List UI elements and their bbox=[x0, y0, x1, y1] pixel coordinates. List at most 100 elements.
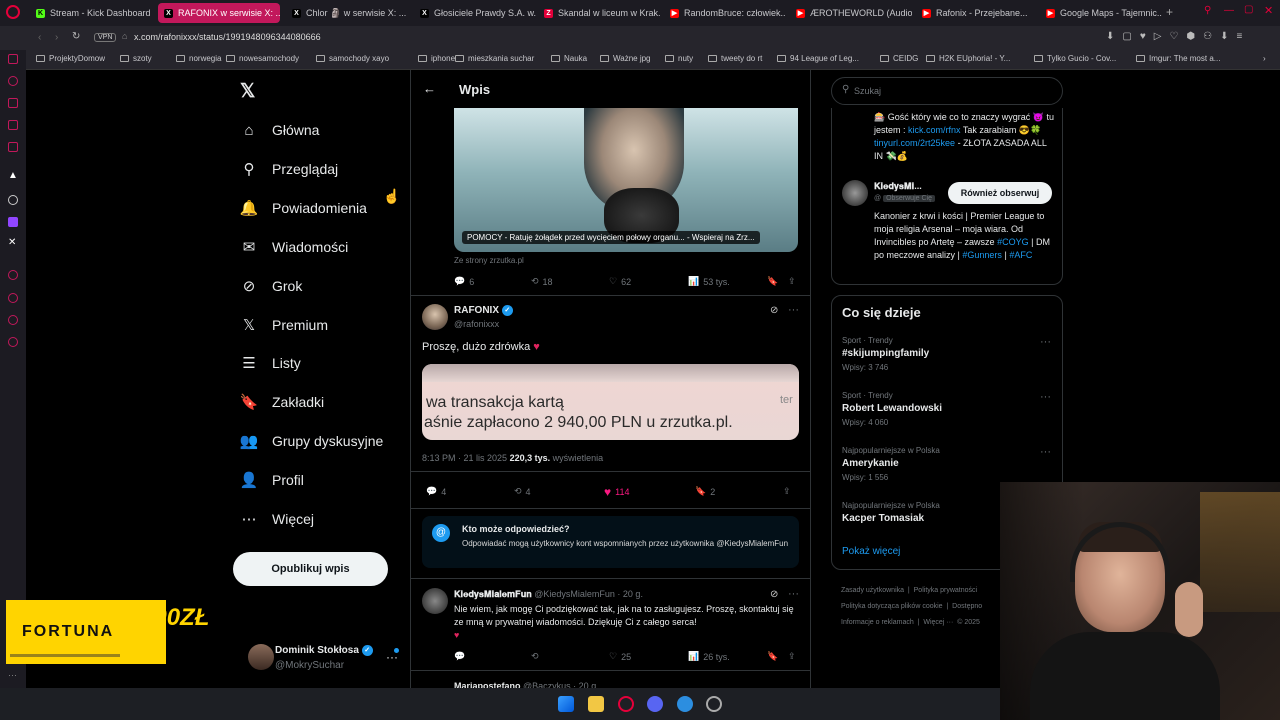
opera-taskbar-icon[interactable] bbox=[618, 696, 634, 712]
bookmark-item[interactable]: Tylko Gucio - Cov... bbox=[1034, 54, 1116, 63]
bookmark-button[interactable]: 🔖 2 bbox=[695, 486, 715, 497]
search-box[interactable]: ⚲ Szukaj bbox=[831, 77, 1063, 105]
back-arrow-icon[interactable]: ← bbox=[423, 81, 436, 96]
bookmark-item[interactable]: iphone bbox=[418, 54, 455, 63]
views-button[interactable]: 📊 53 tys. bbox=[688, 276, 730, 287]
nav-item-more[interactable]: ⋯ Więcej bbox=[240, 505, 315, 533]
bookmark-item[interactable]: Nauka bbox=[551, 54, 587, 63]
nav-item-list[interactable]: ☰ Listy bbox=[240, 349, 301, 377]
file-explorer-icon[interactable] bbox=[588, 696, 604, 712]
trend-item[interactable]: Najpopularniejsze w Polska Amerykanie Wpis… bbox=[842, 446, 1052, 482]
nav-item-mail[interactable]: ✉ Wiadomości bbox=[240, 233, 349, 261]
nav-item-search[interactable]: ⚲ Przeglądaj bbox=[240, 155, 339, 183]
repost-button[interactable]: ⟲ 4 bbox=[514, 486, 531, 497]
vpn-badge[interactable]: VPN bbox=[94, 33, 117, 42]
repost-button[interactable]: ⟲ 18 bbox=[531, 276, 553, 287]
messenger-icon[interactable] bbox=[8, 120, 18, 130]
share-button[interactable]: ⇪ bbox=[788, 651, 796, 662]
bookmark-item[interactable]: Imgur: The most a... bbox=[1136, 54, 1220, 63]
show-more-link[interactable]: Pokaż więcej bbox=[842, 546, 900, 557]
nav-item-person[interactable]: 👤 Profil bbox=[240, 466, 304, 494]
minimize-icon[interactable]: — bbox=[1224, 5, 1234, 16]
close-window-icon[interactable]: ✕ bbox=[1264, 4, 1273, 17]
nav-item-people[interactable]: 👥 Grupy dyskusyjne bbox=[240, 427, 384, 455]
bookmark-button[interactable]: 🔖 bbox=[767, 651, 778, 662]
history-icon[interactable] bbox=[8, 76, 18, 86]
tab-randombruce[interactable]: ▶ RandomBruce: człowiek... bbox=[664, 3, 786, 23]
bookmark-button[interactable]: 🔖 bbox=[767, 276, 778, 287]
repost-button[interactable]: ⟲ bbox=[531, 651, 539, 662]
obs-icon[interactable] bbox=[706, 696, 722, 712]
footer-link[interactable]: Polityka prywatności bbox=[914, 587, 977, 594]
new-tab-button[interactable]: + bbox=[1166, 5, 1173, 19]
reply-button[interactable]: 💬 6 bbox=[454, 276, 474, 287]
search-tabs-icon[interactable]: ⚲ bbox=[1204, 5, 1211, 16]
bookmark-item[interactable]: nowesamochody bbox=[226, 54, 299, 63]
reload-icon[interactable]: ↻ bbox=[72, 31, 80, 42]
author-avatar[interactable] bbox=[422, 304, 448, 330]
tab-glosiciele[interactable]: X Głosiciele Prawdy S.A. w... bbox=[414, 3, 536, 23]
forward-icon[interactable]: › bbox=[55, 32, 58, 43]
bookmark-item[interactable]: ProjektyDomow bbox=[36, 54, 105, 63]
trend-menu-icon[interactable]: ··· bbox=[1040, 336, 1051, 348]
bookmark-item[interactable]: 94 League of Leg... bbox=[777, 54, 859, 63]
reply-button[interactable]: 💬 bbox=[454, 651, 465, 662]
footer-link[interactable]: Informacje o reklamach bbox=[841, 619, 914, 626]
reply-header[interactable]: 𝐊𝐢𝐞𝐝𝐲𝐬𝐌𝐢𝐚𝐥𝐞𝐦𝐅𝐮𝐧 @KiedysMialemFun · 20 g. bbox=[454, 589, 643, 600]
author-name[interactable]: RAFONIX ✓ bbox=[454, 305, 513, 316]
like-button[interactable]: ♡ 62 bbox=[609, 276, 631, 287]
mail-icon[interactable] bbox=[8, 142, 18, 152]
follow-back-button[interactable]: Również obserwuj bbox=[948, 182, 1052, 204]
tab-rafonix-yt[interactable]: ▶ Rafonix - Przejebane... bbox=[916, 3, 1038, 23]
url-field[interactable]: x.com/rafonixxx/status/19919480963440806… bbox=[134, 32, 321, 42]
post-image[interactable]: wa transakcja kartą aśnie zapłacono 2 94… bbox=[422, 364, 799, 440]
grok-icon[interactable]: ⊘ bbox=[770, 305, 778, 316]
x-logo-icon[interactable]: 𝕏 bbox=[240, 80, 255, 103]
tab-kick[interactable]: K Stream - Kick Dashboard bbox=[30, 3, 152, 23]
back-icon[interactable]: ‹ bbox=[38, 32, 41, 43]
share-button[interactable]: ⇪ bbox=[783, 486, 791, 497]
x-icon[interactable]: ✕ bbox=[8, 237, 16, 248]
footer-link[interactable]: Polityka dotycząca plików cookie bbox=[841, 603, 943, 610]
like-button[interactable]: ♥ 114 bbox=[604, 485, 629, 499]
toolbar-extension-icons[interactable]: ⬇▢♥▷♡⬢⚇⬇≡ bbox=[1106, 31, 1250, 42]
bookmark-item[interactable]: Ważne jpg bbox=[600, 54, 651, 63]
bookmark-item[interactable]: szoty bbox=[120, 54, 152, 63]
bookmarks-overflow-icon[interactable]: › bbox=[1263, 54, 1266, 63]
views-button[interactable]: 📊 26 tys. bbox=[688, 651, 730, 662]
bookmark-item[interactable]: mieszkania suchar bbox=[455, 54, 534, 63]
arc-icon[interactable]: ▲ bbox=[8, 170, 18, 181]
nav-item-home[interactable]: ⌂ Główna bbox=[240, 116, 319, 144]
suggested-avatar[interactable] bbox=[842, 180, 868, 206]
account-name[interactable]: Dominik Stokłosa ✓ bbox=[275, 645, 373, 656]
bookmark-item[interactable]: nuty bbox=[665, 54, 693, 63]
nav-item-grok[interactable]: ⊘ Grok bbox=[240, 272, 303, 300]
author-handle[interactable]: @rafonixxx bbox=[454, 319, 499, 329]
clock-icon[interactable] bbox=[8, 270, 18, 280]
maximize-icon[interactable]: ▢ bbox=[1244, 4, 1253, 15]
like-button[interactable]: ♡ 25 bbox=[609, 651, 631, 662]
opera-logo-icon[interactable] bbox=[6, 5, 20, 19]
nav-item-bell[interactable]: 🔔 Powiadomienia bbox=[240, 194, 367, 222]
more-rail-icon[interactable]: ··· bbox=[8, 670, 17, 680]
discord-icon[interactable] bbox=[647, 696, 663, 712]
timer-icon[interactable] bbox=[8, 293, 18, 303]
windows-start-icon[interactable] bbox=[558, 696, 574, 712]
wallet-icon[interactable] bbox=[8, 98, 18, 108]
search-input[interactable]: Szukaj bbox=[854, 86, 881, 96]
account-avatar[interactable] bbox=[248, 644, 274, 670]
suggested-name[interactable]: 𝐊𝐢𝐞𝐝𝐲𝐬𝐌𝐢... bbox=[874, 181, 922, 192]
tab-skandal[interactable]: Z Skandal w liceum w Krak... bbox=[538, 3, 660, 23]
footer-link[interactable]: Zasady użytkownika bbox=[841, 587, 904, 594]
bookmark-item[interactable]: samochody xayo bbox=[316, 54, 389, 63]
grok-icon[interactable]: ⊘ bbox=[770, 589, 778, 600]
tab-google-maps[interactable]: ▶ Google Maps - Tajemnic... bbox=[1040, 3, 1162, 23]
share-button[interactable]: ⇪ bbox=[788, 276, 796, 287]
trend-menu-icon[interactable]: ··· bbox=[1040, 446, 1051, 458]
trend-menu-icon[interactable]: ··· bbox=[1040, 391, 1051, 403]
bookmark-item[interactable]: tweety do rt bbox=[708, 54, 762, 63]
bookmark-item[interactable]: H2K EUphoria! - Y... bbox=[926, 54, 1010, 63]
trend-item[interactable]: Sport · Trendy Robert Lewandowski Wpisy: 4… bbox=[842, 391, 1052, 427]
reply-menu-icon[interactable]: ··· bbox=[788, 588, 799, 600]
nav-item-x[interactable]: 𝕏 Premium bbox=[240, 311, 328, 339]
